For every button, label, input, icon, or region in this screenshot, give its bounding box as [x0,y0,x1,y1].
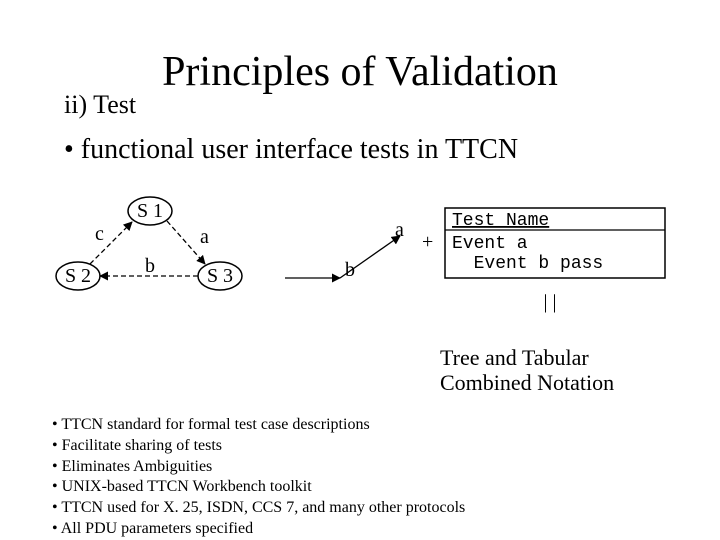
tree-a-label: a [395,219,404,241]
table-line2: Event b pass [452,254,603,274]
bullet-item: TTCN standard for formal test case descr… [52,415,465,436]
node-s1-label: S 1 [137,200,163,222]
pipes: | | [543,291,556,313]
table-line1: Event a [452,234,528,254]
edge-a-label: a [200,226,209,248]
node-s3-label: S 3 [207,265,233,287]
bullet-item: Eliminates Ambiguities [52,457,465,478]
state-graph: S 1 S 2 S 3 a b c [56,197,242,290]
bullet-item: UNIX-based TTCN Workbench toolkit [52,477,465,498]
bullet-item: All PDU parameters specified [52,519,465,540]
node-s2-label: S 2 [65,265,91,287]
caption: Tree and Tabular Combined Notation [440,345,614,396]
page-title: Principles of Validation [0,48,720,96]
tree-plus: + [422,231,433,253]
bullet-item: TTCN used for X. 25, ISDN, CCS 7, and ma… [52,498,465,519]
edge-b-label: b [145,255,155,277]
detail-bullets: TTCN standard for formal test case descr… [52,415,465,540]
caption-line-1: Tree and Tabular [440,345,614,370]
bullet-item: Facilitate sharing of tests [52,436,465,457]
tree-b-label: b [345,259,355,281]
caption-line-2: Combined Notation [440,370,614,395]
ttcn-table: Test Name Event a Event b pass [445,208,665,278]
main-bullet: • functional user interface tests in TTC… [64,134,518,166]
tree-notation: a b + [285,219,433,281]
diagram: S 1 S 2 S 3 a b c a b + Test Name Event … [50,188,670,338]
table-header: Test Name [452,211,549,231]
section-subhead: ii) Test [64,90,136,120]
edge-c-label: c [95,223,104,245]
